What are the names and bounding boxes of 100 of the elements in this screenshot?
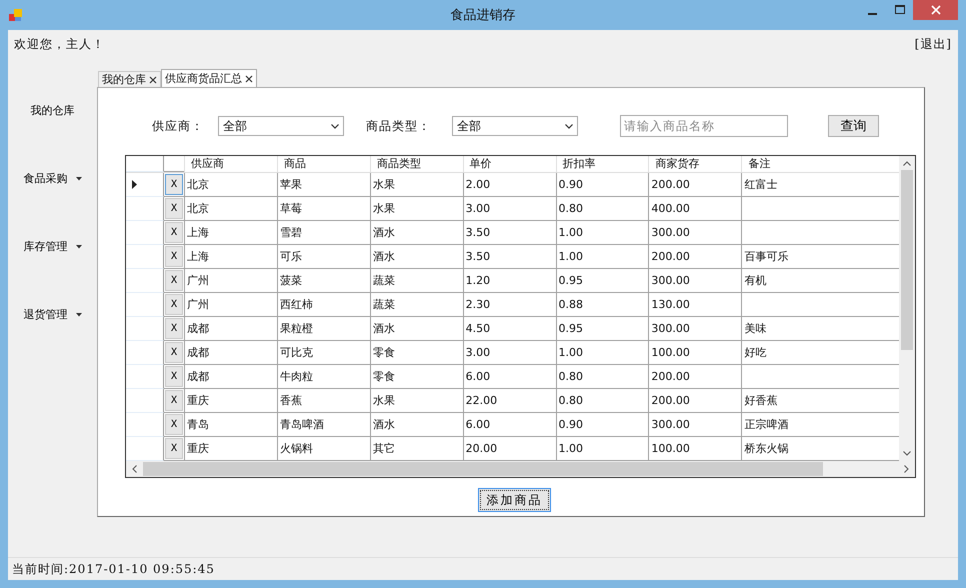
table-cell: 4.50 <box>462 317 556 341</box>
tab[interactable]: 我的仓库 <box>98 71 161 87</box>
table-cell: 1.20 <box>462 269 556 293</box>
supplier-dropdown[interactable]: 全部 <box>218 116 344 136</box>
table-cell: 3.00 <box>462 341 556 365</box>
table-cell: 0.95 <box>556 317 648 341</box>
column-header[interactable]: 供应商 <box>184 156 277 172</box>
table-cell: 300.00 <box>648 269 742 293</box>
column-header[interactable]: 折扣率 <box>556 156 648 172</box>
table-cell: 北京 <box>184 197 277 221</box>
caret-icon <box>76 312 82 316</box>
type-label: 商品类型： <box>366 118 432 134</box>
close-icon[interactable] <box>149 76 157 84</box>
table-cell: 酒水 <box>370 245 463 269</box>
table-cell: 200.00 <box>648 365 742 389</box>
close-button[interactable] <box>913 0 958 20</box>
welcome-text: 欢迎您，主人！ <box>14 36 105 53</box>
sidebar-item[interactable]: 食品采购 <box>8 168 97 189</box>
type-dropdown[interactable]: 全部 <box>452 116 578 136</box>
table-cell: 0.80 <box>556 389 648 413</box>
delete-button[interactable]: X <box>165 414 183 435</box>
table-cell: 0.80 <box>556 365 648 389</box>
delete-button[interactable]: X <box>165 438 183 459</box>
search-field[interactable]: 请输入商品名称 <box>620 115 788 137</box>
table-cell: 0.95 <box>556 269 648 293</box>
delete-button[interactable]: X <box>165 294 183 315</box>
tab[interactable]: 供应商货品汇总 <box>161 69 257 87</box>
table-cell: 零食 <box>370 341 463 365</box>
table-cell: 水果 <box>370 197 463 221</box>
table-cell: 广州 <box>184 293 277 317</box>
close-icon[interactable] <box>245 74 253 82</box>
table-cell: 菠菜 <box>276 269 370 293</box>
scroll-up-icon[interactable] <box>903 161 911 166</box>
delete-button[interactable]: X <box>165 174 183 195</box>
chevron-icon <box>565 124 573 128</box>
table-cell: 1.00 <box>556 341 648 365</box>
table-cell: 成都 <box>184 365 277 389</box>
status-text: 当前时间:2017-01-10 09:55:45 <box>12 560 215 578</box>
table-cell: 零食 <box>370 365 463 389</box>
table-cell: 牛肉粒 <box>276 365 370 389</box>
add-product-button[interactable]: 添加商品 <box>478 488 551 512</box>
supplier-label: 供应商： <box>152 118 205 134</box>
row-header[interactable] <box>126 173 164 197</box>
table-cell: 水果 <box>370 389 463 413</box>
table-cell: 香蕉 <box>276 389 370 413</box>
maximize-icon <box>894 5 904 15</box>
table-cell: 草莓 <box>276 197 370 221</box>
table-cell: 上海 <box>184 221 277 245</box>
table-cell: 西红柿 <box>276 293 370 317</box>
table-cell: 300.00 <box>648 221 742 245</box>
table-cell: 130.00 <box>648 293 742 317</box>
delete-button[interactable]: X <box>165 198 183 219</box>
delete-button[interactable]: X <box>165 222 183 243</box>
horizontal-scrollbar[interactable] <box>126 461 915 477</box>
table-cell: 青岛啤酒 <box>276 413 370 437</box>
delete-button[interactable]: X <box>165 246 183 267</box>
scroll-left-icon[interactable] <box>132 465 137 473</box>
exit-link[interactable]: [退出] <box>914 36 952 70</box>
table-cell: 酒水 <box>370 413 463 437</box>
table-cell: 3.50 <box>462 221 556 245</box>
table-cell: 水果 <box>370 173 463 197</box>
table-cell: 200.00 <box>648 389 742 413</box>
table-cell: 300.00 <box>648 413 742 437</box>
table-cell: 北京 <box>184 173 277 197</box>
table-cell: 雪碧 <box>276 221 370 245</box>
table-cell: 1.00 <box>556 221 648 245</box>
vertical-scrollbar[interactable] <box>899 156 915 461</box>
table-cell: 成都 <box>184 341 277 365</box>
table-cell: 酒水 <box>370 317 463 341</box>
minimize-icon <box>868 12 877 14</box>
sidebar-item[interactable]: 我的仓库 <box>8 100 97 121</box>
column-header[interactable]: 单价 <box>462 156 556 172</box>
table-cell: 100.00 <box>648 341 742 365</box>
table-cell: 22.00 <box>462 389 556 413</box>
table-cell: 3.00 <box>462 197 556 221</box>
column-header[interactable]: 商品 <box>276 156 370 172</box>
scroll-down-icon[interactable] <box>903 451 911 456</box>
table-cell: 200.00 <box>648 173 742 197</box>
table-cell: 苹果 <box>276 173 370 197</box>
app-icon <box>8 7 24 23</box>
delete-button[interactable]: X <box>165 318 183 339</box>
table-cell: 重庆 <box>184 389 277 413</box>
sidebar-item[interactable]: 库存管理 <box>8 236 97 257</box>
table-cell: 可比克 <box>276 341 370 365</box>
delete-button[interactable]: X <box>165 390 183 411</box>
delete-button[interactable]: X <box>165 342 183 363</box>
table-cell: 0.90 <box>556 173 648 197</box>
column-header[interactable]: 商家货存 <box>648 156 742 172</box>
sidebar-item[interactable]: 退货管理 <box>8 304 97 325</box>
close-icon <box>930 5 940 15</box>
table-cell: 300.00 <box>648 317 742 341</box>
query-button[interactable]: 查询 <box>828 115 879 137</box>
table-cell: 成都 <box>184 317 277 341</box>
delete-button[interactable]: X <box>165 270 183 291</box>
table-cell: 上海 <box>184 245 277 269</box>
table-cell: 6.00 <box>462 365 556 389</box>
table-cell: 3.50 <box>462 245 556 269</box>
scroll-right-icon[interactable] <box>904 465 909 473</box>
column-header[interactable]: 商品类型 <box>370 156 463 172</box>
delete-button[interactable]: X <box>165 366 183 387</box>
